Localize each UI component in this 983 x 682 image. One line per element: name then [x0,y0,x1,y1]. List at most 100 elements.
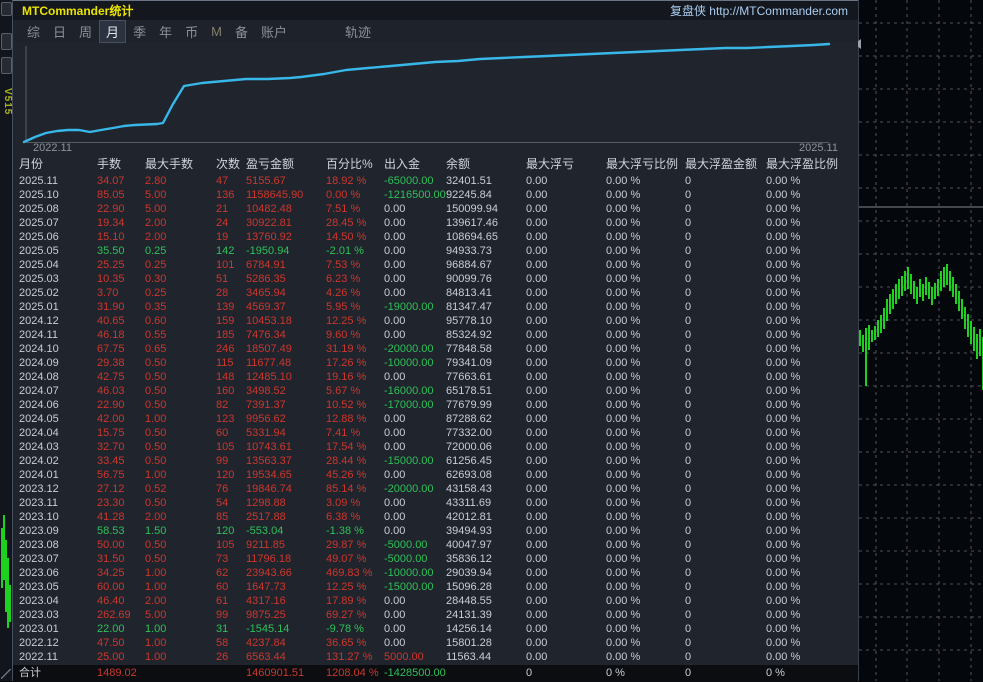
table-row[interactable]: 2024.04 15.75 0.50 60 5331.94 7.41 % 0.00 77332… [13,426,858,440]
table-row[interactable]: 2024.10 67.75 0.65 246 18507.49 31.19 % -20000… [13,342,858,356]
cell-maxlots: 0.25 [145,259,167,271]
cell-pct: 18.92 % [326,175,367,187]
table-row[interactable]: 2025.10 85.05 5.00 136 1158645.90 0.00 % -1216… [13,188,858,202]
menu-item-综[interactable]: 综 [21,21,46,42]
menu-item-季[interactable]: 季 [127,21,152,42]
table-row[interactable]: 2023.03 262.69 5.00 99 9875.25 69.27 % 0.00 241… [13,608,858,622]
title-bar[interactable]: MTCommander统计 复盘侠 http://MTCommander.com [13,0,858,20]
table-row[interactable]: 2024.11 46.18 0.55 185 7476.34 9.60 % 0.00 8532… [13,328,858,342]
table-row[interactable]: 2022.11 25.00 1.00 26 6563.44 131.27 % 5000.00… [13,650,858,664]
table-row[interactable]: 2024.07 46.03 0.50 160 3498.52 5.67 % -16000.0… [13,384,858,398]
cell-maxlots: 2.00 [145,231,167,243]
table-row[interactable]: 2025.01 31.90 0.35 139 4569.37 5.95 % -19000.0… [13,300,858,314]
cell-ddp: 0 % [606,667,625,679]
cell-bal: 62693.08 [446,469,492,481]
cell-maxlots: 2.00 [145,511,167,523]
cell-io: 0.00 [384,623,406,635]
menu-item-trail[interactable]: 轨迹 [339,21,377,42]
menu-item-备[interactable]: 备 [229,21,254,42]
cell-m: 2023.05 [19,581,59,593]
cell-n: 246 [216,343,235,355]
cell-dd: 0.00 [526,399,548,411]
menu-item-币[interactable]: 币 [179,21,204,42]
table-row[interactable]: 2023.05 60.00 1.00 60 1647.73 12.25 % -15000.0… [13,580,858,594]
menu-item-M[interactable]: M [205,23,228,40]
table-row[interactable]: 2023.04 46.40 2.00 61 4317.16 17.89 % 0.00 2844… [13,594,858,608]
table-row[interactable]: 2024.01 56.75 1.00 120 19534.65 45.26 % 0.00 62… [13,468,858,482]
cell-fpp: 0.00 % [766,497,801,509]
cell-lots: 46.40 [97,595,125,607]
cell-n: 101 [216,259,235,271]
cell-m: 2025.10 [19,189,59,201]
cell-lots: 25.00 [97,651,125,663]
cell-bal: 87288.62 [446,413,492,425]
cell-bal: 14256.14 [446,623,492,635]
table-row[interactable]: 2023.07 31.50 0.50 73 11796.18 49.07 % -5000.0… [13,552,858,566]
cell-fpp: 0.00 % [766,189,801,201]
cell-m: 2023.08 [19,539,59,551]
cell-m: 2025.04 [19,259,59,271]
column-header[interactable]: 最大浮亏 [526,155,606,174]
brand-link[interactable]: 复盘侠 http://MTCommander.com [670,2,848,19]
cell-fpp: 0.00 % [766,343,801,355]
menu-item-月[interactable]: 月 [99,19,127,43]
cell-n: 54 [216,497,229,509]
cell-n: 28 [216,287,229,299]
table-row[interactable]: 2024.09 29.38 0.50 115 11677.48 17.26 % -10000… [13,356,858,370]
table-row[interactable]: 2025.11 34.07 2.80 47 5155.67 18.92 % -65000.0… [13,174,858,188]
cell-maxlots: 2.00 [145,595,167,607]
table-row[interactable]: 2023.09 58.53 1.50 120 -553.04 -1.38 % 0.00 394… [13,524,858,538]
cell-pct: 6.38 % [326,511,361,523]
column-header[interactable]: 余额 [446,155,526,174]
column-header[interactable]: 最大手数 [145,155,216,174]
column-header[interactable]: 百分比% [326,155,384,174]
cell-io: -16000.00 [384,385,434,397]
table-row[interactable]: 2022.12 47.50 1.00 58 4237.84 36.65 % 0.00 1580… [13,636,858,650]
column-header[interactable]: 最大浮盈金额 [685,155,766,174]
table-row[interactable]: 2024.12 40.65 0.60 159 10453.18 12.25 % 0.00 95… [13,314,858,328]
menu-item-账户[interactable]: 账户 [255,21,293,42]
table-row[interactable]: 2025.03 10.35 0.30 51 5286.35 6.23 % 0.00 90099… [13,272,858,286]
cell-pnl: 13563.37 [246,455,292,467]
table-row[interactable]: 2023.12 27.12 0.52 76 19846.74 85.14 % -20000.… [13,482,858,496]
cell-dd: 0.00 [526,595,548,607]
column-header[interactable]: 最大浮盈比例 [766,155,854,174]
column-header[interactable]: 次数 [216,155,246,174]
table-row[interactable]: 2024.02 33.45 0.50 99 13563.37 28.44 % -15000.… [13,454,858,468]
table-row[interactable]: 2024.06 22.90 0.50 82 7391.37 10.52 % -17000.0… [13,398,858,412]
table-row[interactable]: 2024.03 32.70 0.50 105 10743.61 17.54 % 0.00 72… [13,440,858,454]
column-header[interactable]: 出入金 [384,155,446,174]
table-row[interactable]: 2024.08 42.75 0.50 148 12485.10 19.16 % 0.00 77… [13,370,858,384]
cell-dd: 0.00 [526,301,548,313]
cell-dd: 0.00 [526,245,548,257]
table-total-row[interactable]: 合计 1489.02 1460901.51 1208.04 % -1428500.00 0… [13,665,858,682]
cell-io: 0.00 [384,469,406,481]
cell-pct: 31.19 % [326,343,367,355]
table-row[interactable]: 2025.04 25.25 0.25 101 6784.91 7.53 % 0.00 9688… [13,258,858,272]
table-row[interactable]: 2025.06 15.10 2.00 19 13760.92 14.50 % 0.00 108… [13,230,858,244]
menu-item-周[interactable]: 周 [73,21,98,42]
cell-dd: 0.00 [526,343,548,355]
cell-fpp: 0.00 % [766,357,801,369]
cell-ddp: 0.00 % [606,567,641,579]
table-row[interactable]: 2025.08 22.90 5.00 21 10482.48 7.51 % 0.00 1500… [13,202,858,216]
menu-item-日[interactable]: 日 [47,21,72,42]
cell-dd: 0.00 [526,175,548,187]
table-row[interactable]: 2023.01 22.00 1.00 31 -1545.14 -9.78 % 0.00 142… [13,622,858,636]
cell-pnl: -1950.94 [246,245,290,257]
table-row[interactable]: 2025.05 35.50 0.25 142 -1950.94 -2.01 % 0.00 94… [13,244,858,258]
table-row[interactable]: 2025.07 19.34 2.00 24 30922.81 28.45 % 0.00 139… [13,216,858,230]
column-header[interactable]: 月份 [19,155,97,174]
menu-item-年[interactable]: 年 [153,21,178,42]
table-row[interactable]: 2023.10 41.28 2.00 85 2517.88 6.38 % 0.00 42012… [13,510,858,524]
column-header[interactable]: 盈亏金额 [246,155,326,174]
column-header[interactable]: 手数 [97,155,145,174]
cell-io: -17000.00 [384,399,434,411]
table-row[interactable]: 2025.02 3.70 0.25 28 3465.94 4.26 % 0.00 84813.… [13,286,858,300]
column-header[interactable]: 最大浮亏比例 [606,155,685,174]
table-row[interactable]: 2024.05 42.00 1.00 123 9956.62 12.88 % 0.00 872… [13,412,858,426]
table-row[interactable]: 2023.11 23.30 0.50 54 1298.88 3.09 % 0.00 43311… [13,496,858,510]
table-row[interactable]: 2023.08 50.00 0.50 105 9211.85 29.87 % -5000.0… [13,538,858,552]
table-row[interactable]: 2023.06 34.25 1.00 62 23943.66 469.83 % -10000… [13,566,858,580]
cell-lots: 3.70 [97,287,119,299]
